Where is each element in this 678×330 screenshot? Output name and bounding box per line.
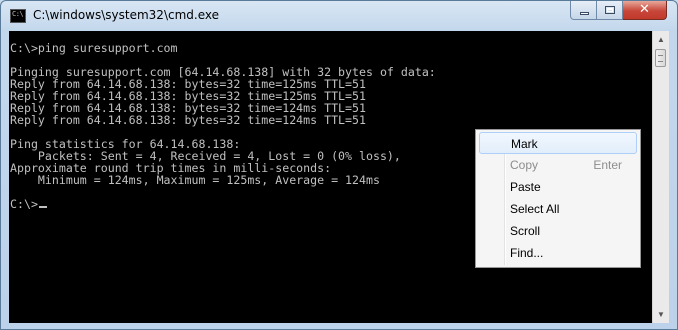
menu-item-label: Select All [510,202,560,216]
console-text: C:\>ping suresupport.com Pinging suresupp… [10,42,436,210]
cmd-icon[interactable]: C:\ [10,9,26,23]
text-cursor [38,206,47,208]
menu-item-scroll[interactable]: Scroll [479,220,637,242]
menu-item-label: Find... [510,246,544,260]
minimize-icon [580,12,589,15]
menu-item-label: Copy [510,158,539,172]
console-prompt: C:\> [10,197,38,211]
scroll-thumb[interactable] [655,49,666,67]
title-bar[interactable]: C:\ C:\windows\system32\cmd.exe ✕ [1,1,677,31]
menu-item-select-all[interactable]: Select All [479,198,637,220]
cmd-icon-text: C:\ [12,10,24,18]
menu-item-label: Scroll [510,224,541,238]
close-icon: ✕ [639,2,650,17]
menu-item-copy: Copy Enter [479,154,637,176]
menu-item-label: Mark [511,137,538,151]
console-line: C:\>ping suresupport.com [10,41,178,55]
menu-item-label: Paste [510,180,541,194]
vertical-scrollbar[interactable]: ▲ ▼ [652,31,669,323]
window-title: C:\windows\system32\cmd.exe [33,8,219,22]
context-menu: Mark Copy Enter Paste Select All Scroll … [475,129,641,268]
menu-item-shortcut: Enter [593,158,622,172]
maximize-button[interactable] [597,1,623,20]
menu-item-paste[interactable]: Paste [479,176,637,198]
console-line: Minimum = 124ms, Maximum = 125ms, Averag… [10,173,380,187]
close-button[interactable]: ✕ [623,1,667,20]
console-prompt-line: C:\> [10,198,436,210]
menu-item-find[interactable]: Find... [479,242,637,264]
scroll-up-arrow-icon[interactable]: ▲ [653,31,669,48]
maximize-icon [605,6,615,14]
console-line: Reply from 64.14.68.138: bytes=32 time=1… [10,113,366,127]
scroll-down-arrow-icon[interactable]: ▼ [653,306,669,323]
minimize-button[interactable] [570,1,597,20]
caption-buttons: ✕ [570,1,667,21]
menu-item-mark[interactable]: Mark [479,132,637,154]
